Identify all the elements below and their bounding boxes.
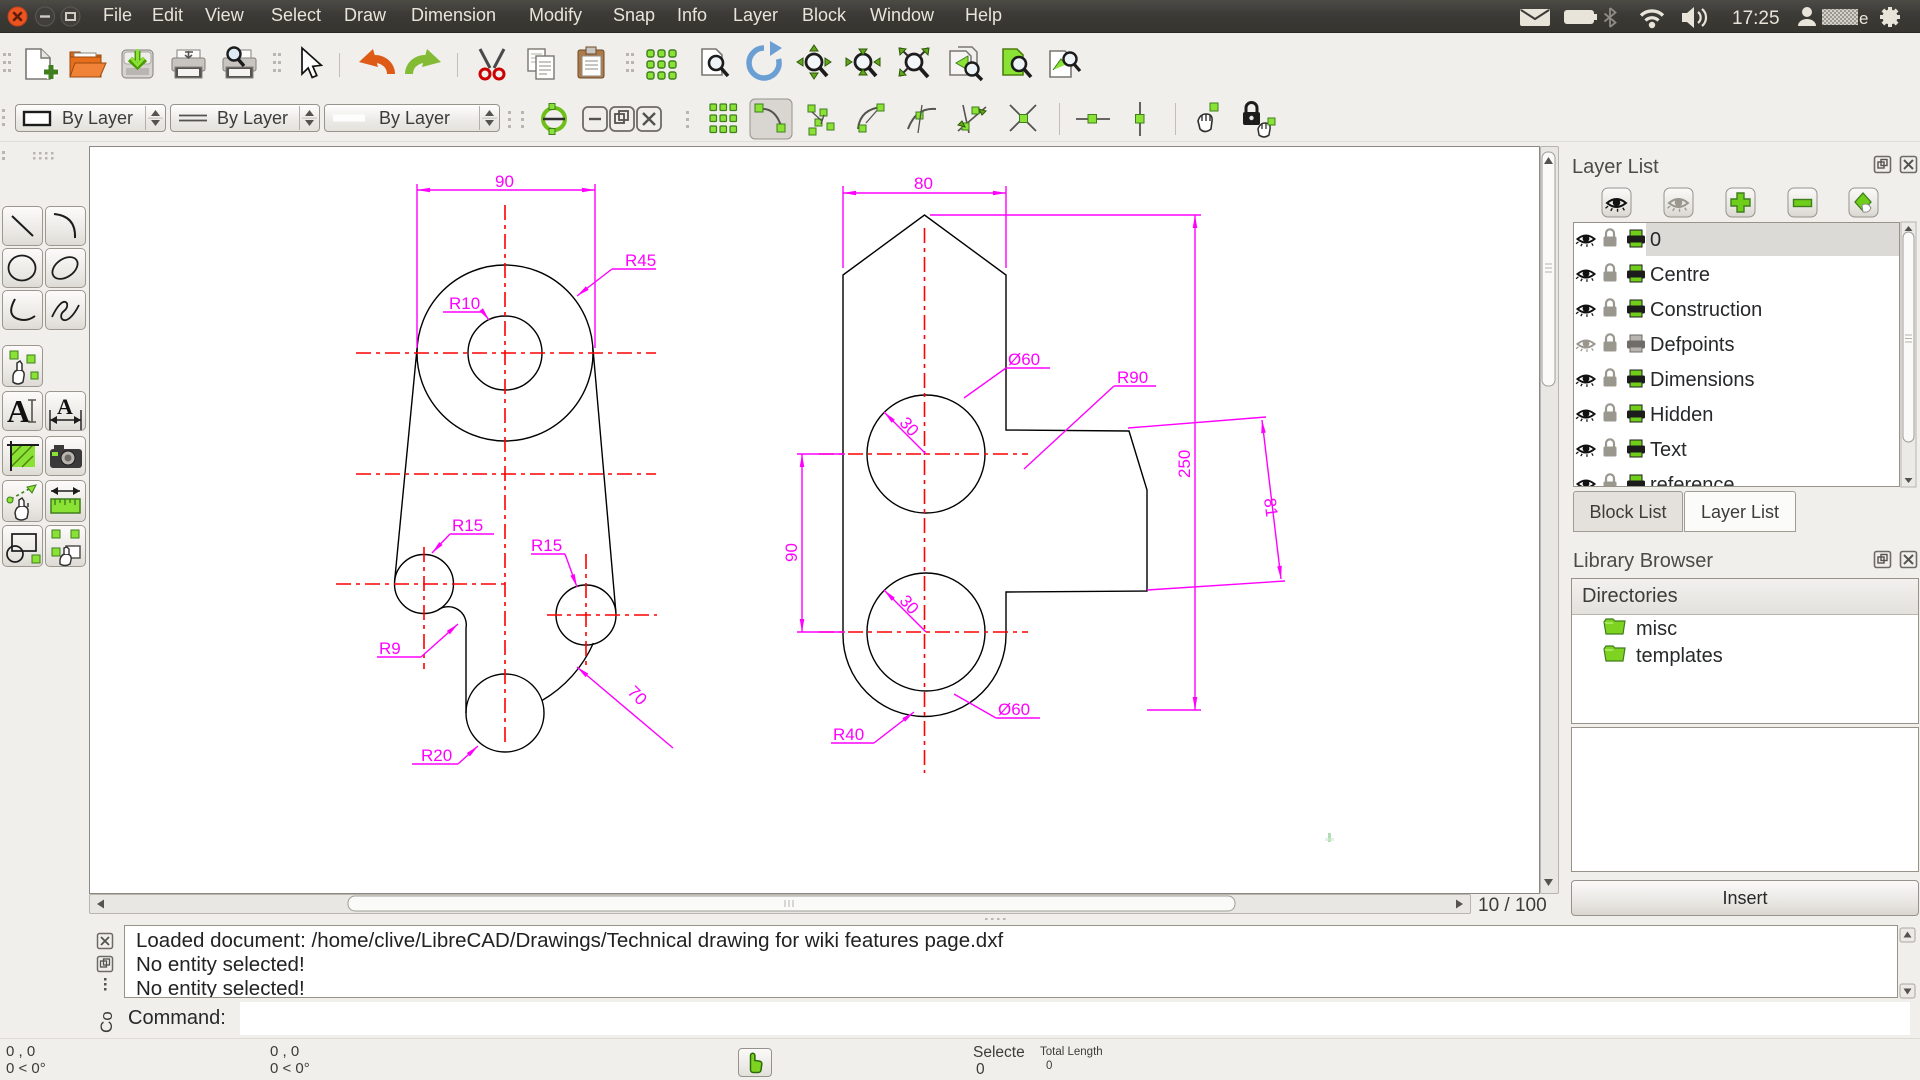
svg-text:Ø60: Ø60 xyxy=(998,700,1030,719)
svg-text:reference: reference xyxy=(1650,474,1735,487)
svg-text:R15: R15 xyxy=(531,536,562,555)
svg-text:Dimensions: Dimensions xyxy=(1650,369,1754,391)
svg-text:81: 81 xyxy=(1260,497,1281,518)
svg-text:90: 90 xyxy=(495,172,514,191)
svg-text:Construction: Construction xyxy=(1650,299,1762,321)
svg-text:R20: R20 xyxy=(421,746,452,765)
svg-text:misc: misc xyxy=(1636,618,1677,640)
svg-text:R40: R40 xyxy=(833,725,864,744)
svg-text:250: 250 xyxy=(1175,450,1194,478)
svg-text:Defpoints: Defpoints xyxy=(1650,334,1735,356)
svg-text:Ø60: Ø60 xyxy=(1008,350,1040,369)
svg-text:80: 80 xyxy=(914,174,933,193)
svg-text:17:25: 17:25 xyxy=(1732,8,1780,29)
svg-text:A: A xyxy=(7,393,30,429)
svg-text:A: A xyxy=(57,394,73,419)
svg-text:Co: Co xyxy=(97,1011,116,1033)
svg-text:R9: R9 xyxy=(379,639,401,658)
svg-text:30: 30 xyxy=(896,413,923,440)
svg-text:30: 30 xyxy=(896,591,923,618)
svg-text:R90: R90 xyxy=(1117,368,1148,387)
svg-text:Hidden: Hidden xyxy=(1650,404,1713,426)
svg-text:Centre: Centre xyxy=(1650,264,1710,286)
svg-text:0: 0 xyxy=(1650,229,1661,251)
svg-text:templates: templates xyxy=(1636,645,1723,667)
svg-text:e: e xyxy=(1859,9,1868,28)
svg-text:Text: Text xyxy=(1650,439,1687,461)
svg-text:R15: R15 xyxy=(452,516,483,535)
svg-text:R10: R10 xyxy=(449,294,480,313)
svg-text:70: 70 xyxy=(624,682,651,709)
svg-text:90: 90 xyxy=(782,543,801,562)
svg-text:R45: R45 xyxy=(625,251,656,270)
